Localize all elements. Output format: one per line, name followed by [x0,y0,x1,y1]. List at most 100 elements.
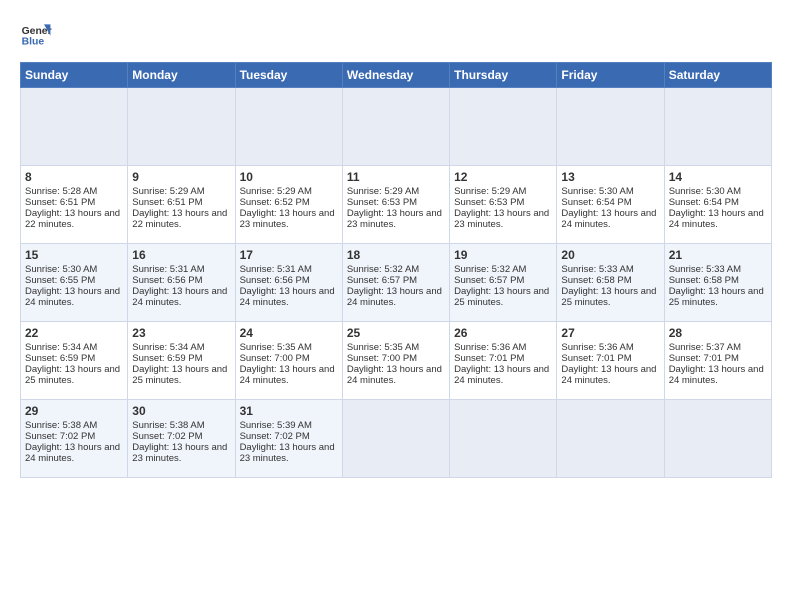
sunset-label: Sunset: 6:59 PM [132,353,202,364]
sunrise-label: Sunrise: 5:36 AM [454,342,526,353]
sunset-label: Sunset: 6:54 PM [669,197,739,208]
daylight-label: Daylight: 13 hours and 24 minutes. [347,286,442,308]
sunset-label: Sunset: 7:02 PM [25,431,95,442]
day-number: 13 [561,170,659,184]
sunrise-label: Sunrise: 5:31 AM [132,264,204,275]
daylight-label: Daylight: 13 hours and 24 minutes. [561,208,656,230]
header-cell-tuesday: Tuesday [235,63,342,88]
sunrise-label: Sunrise: 5:32 AM [454,264,526,275]
header: General Blue [20,18,772,50]
week-row [21,88,772,166]
sunrise-label: Sunrise: 5:38 AM [132,420,204,431]
day-number: 8 [25,170,123,184]
daylight-label: Daylight: 13 hours and 25 minutes. [669,286,764,308]
calendar-cell: 28Sunrise: 5:37 AMSunset: 7:01 PMDayligh… [664,322,771,400]
sunrise-label: Sunrise: 5:30 AM [669,186,741,197]
sunset-label: Sunset: 7:01 PM [561,353,631,364]
svg-text:Blue: Blue [22,36,45,47]
sunset-label: Sunset: 7:02 PM [132,431,202,442]
sunrise-label: Sunrise: 5:29 AM [347,186,419,197]
calendar-cell: 10Sunrise: 5:29 AMSunset: 6:52 PMDayligh… [235,166,342,244]
daylight-label: Daylight: 13 hours and 24 minutes. [132,286,227,308]
daylight-label: Daylight: 13 hours and 25 minutes. [132,364,227,386]
calendar-table: SundayMondayTuesdayWednesdayThursdayFrid… [20,62,772,478]
sunrise-label: Sunrise: 5:39 AM [240,420,312,431]
sunset-label: Sunset: 6:53 PM [347,197,417,208]
header-row: SundayMondayTuesdayWednesdayThursdayFrid… [21,63,772,88]
sunrise-label: Sunrise: 5:33 AM [561,264,633,275]
sunset-label: Sunset: 6:57 PM [454,275,524,286]
calendar-cell: 25Sunrise: 5:35 AMSunset: 7:00 PMDayligh… [342,322,449,400]
calendar-cell: 13Sunrise: 5:30 AMSunset: 6:54 PMDayligh… [557,166,664,244]
header-cell-monday: Monday [128,63,235,88]
calendar-cell: 31Sunrise: 5:39 AMSunset: 7:02 PMDayligh… [235,400,342,478]
sunrise-label: Sunrise: 5:30 AM [561,186,633,197]
header-cell-sunday: Sunday [21,63,128,88]
sunrise-label: Sunrise: 5:36 AM [561,342,633,353]
day-number: 15 [25,248,123,262]
day-number: 11 [347,170,445,184]
day-number: 30 [132,404,230,418]
header-cell-wednesday: Wednesday [342,63,449,88]
day-number: 31 [240,404,338,418]
sunset-label: Sunset: 6:57 PM [347,275,417,286]
sunrise-label: Sunrise: 5:34 AM [132,342,204,353]
week-row: 8Sunrise: 5:28 AMSunset: 6:51 PMDaylight… [21,166,772,244]
calendar-page: General Blue SundayMondayTuesdayWednesda… [0,0,792,488]
week-row: 29Sunrise: 5:38 AMSunset: 7:02 PMDayligh… [21,400,772,478]
day-number: 12 [454,170,552,184]
sunrise-label: Sunrise: 5:33 AM [669,264,741,275]
daylight-label: Daylight: 13 hours and 24 minutes. [25,286,120,308]
daylight-label: Daylight: 13 hours and 23 minutes. [454,208,549,230]
day-number: 20 [561,248,659,262]
sunset-label: Sunset: 6:51 PM [132,197,202,208]
calendar-cell: 21Sunrise: 5:33 AMSunset: 6:58 PMDayligh… [664,244,771,322]
calendar-cell: 23 Sunrise: 5:34 AMSunset: 6:59 PMDayligh… [128,322,235,400]
calendar-cell: 24Sunrise: 5:35 AMSunset: 7:00 PMDayligh… [235,322,342,400]
header-cell-friday: Friday [557,63,664,88]
sunrise-label: Sunrise: 5:30 AM [25,264,97,275]
sunset-label: Sunset: 6:58 PM [561,275,631,286]
daylight-label: Daylight: 13 hours and 24 minutes. [240,286,335,308]
day-number: 18 [347,248,445,262]
sunrise-label: Sunrise: 5:35 AM [347,342,419,353]
day-number: 25 [347,326,445,340]
daylight-label: Daylight: 13 hours and 24 minutes. [347,364,442,386]
daylight-label: Daylight: 13 hours and 23 minutes. [132,442,227,464]
daylight-label: Daylight: 13 hours and 24 minutes. [669,364,764,386]
calendar-cell: 18 Sunrise: 5:32 AMSunset: 6:57 PMDayligh… [342,244,449,322]
calendar-cell: 16Sunrise: 5:31 AMSunset: 6:56 PMDayligh… [128,244,235,322]
daylight-label: Daylight: 13 hours and 25 minutes. [561,286,656,308]
sunrise-label: Sunrise: 5:29 AM [454,186,526,197]
calendar-cell: 27Sunrise: 5:36 AMSunset: 7:01 PMDayligh… [557,322,664,400]
calendar-cell [450,400,557,478]
daylight-label: Daylight: 13 hours and 23 minutes. [240,208,335,230]
day-number: 23 [132,326,230,340]
day-number: 19 [454,248,552,262]
day-number: 24 [240,326,338,340]
sunset-label: Sunset: 6:59 PM [25,353,95,364]
daylight-label: Daylight: 13 hours and 24 minutes. [25,442,120,464]
day-number: 21 [669,248,767,262]
header-cell-thursday: Thursday [450,63,557,88]
day-number: 26 [454,326,552,340]
sunset-label: Sunset: 7:01 PM [454,353,524,364]
day-number: 28 [669,326,767,340]
sunrise-label: Sunrise: 5:32 AM [347,264,419,275]
calendar-cell [557,400,664,478]
calendar-cell: 30 Sunrise: 5:38 AMSunset: 7:02 PMDayligh… [128,400,235,478]
sunrise-label: Sunrise: 5:35 AM [240,342,312,353]
daylight-label: Daylight: 13 hours and 24 minutes. [454,364,549,386]
day-number: 14 [669,170,767,184]
calendar-cell: 22Sunrise: 5:34 AMSunset: 6:59 PMDayligh… [21,322,128,400]
day-number: 9 [132,170,230,184]
calendar-cell [342,88,449,166]
calendar-cell: 19Sunrise: 5:32 AMSunset: 6:57 PMDayligh… [450,244,557,322]
sunrise-label: Sunrise: 5:29 AM [240,186,312,197]
sunset-label: Sunset: 6:56 PM [132,275,202,286]
sunset-label: Sunset: 6:53 PM [454,197,524,208]
sunrise-label: Sunrise: 5:37 AM [669,342,741,353]
sunset-label: Sunset: 6:52 PM [240,197,310,208]
day-number: 29 [25,404,123,418]
calendar-cell [557,88,664,166]
